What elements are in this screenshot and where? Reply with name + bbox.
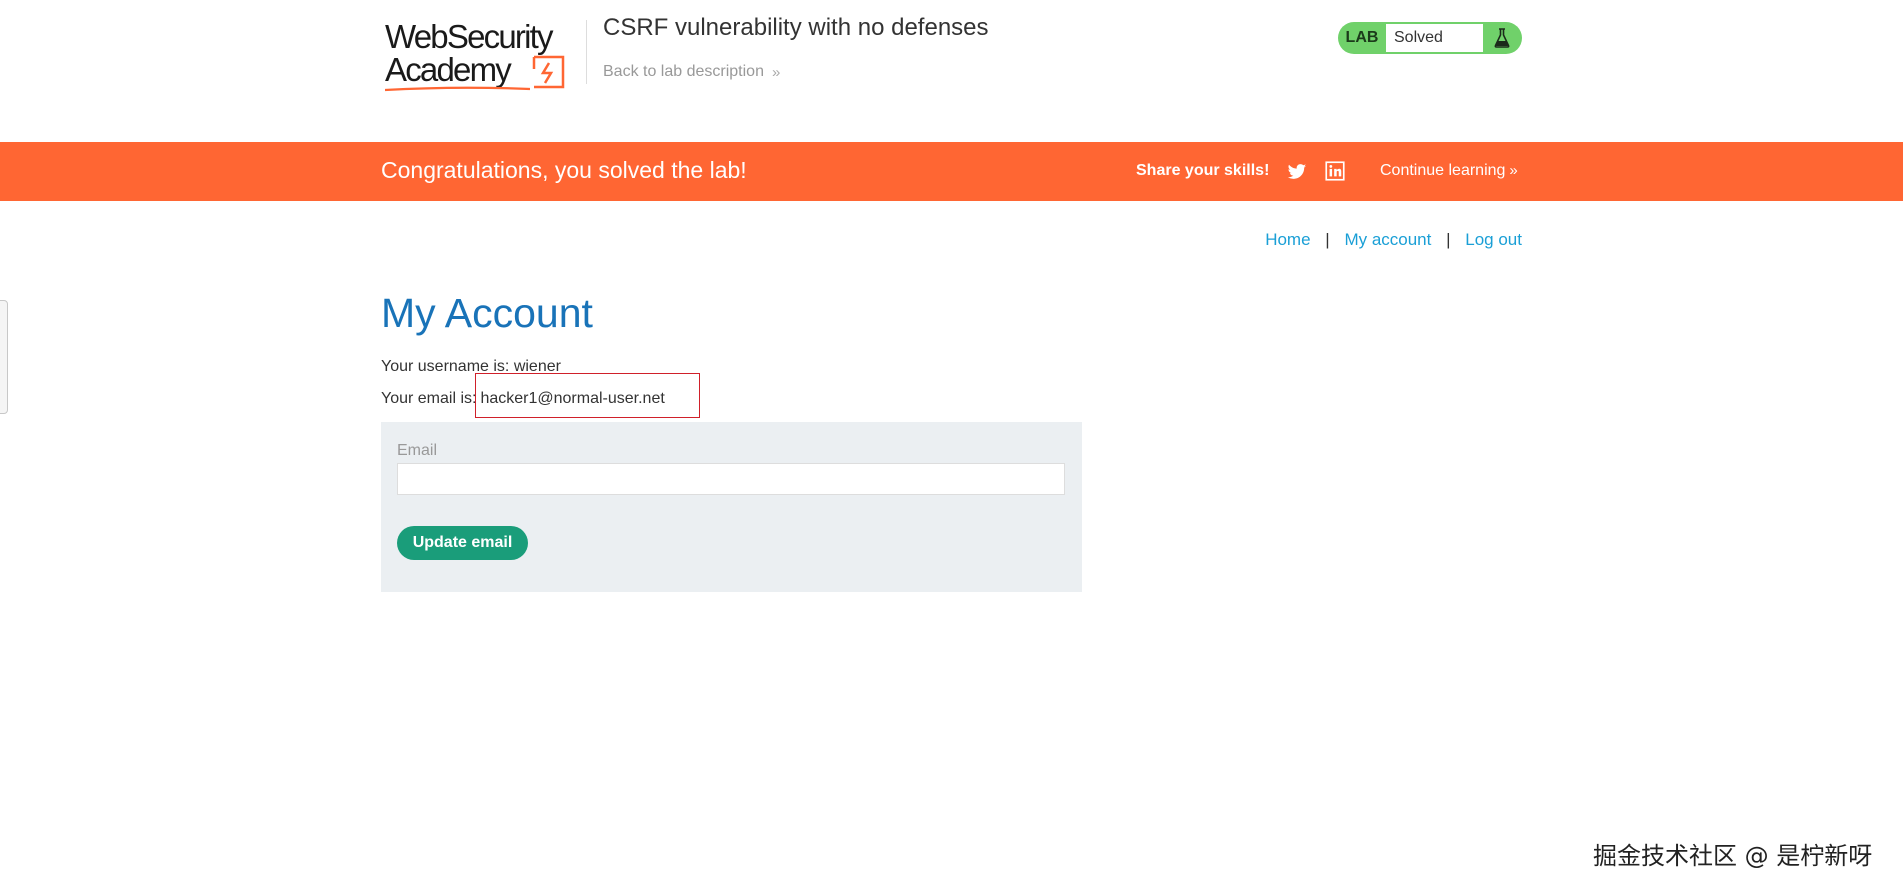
nav-my-account-link[interactable]: My account [1344, 230, 1431, 249]
continue-learning-label: Continue learning [1380, 162, 1506, 179]
account-nav: Home | My account | Log out [1265, 230, 1522, 250]
email-input[interactable] [397, 463, 1065, 495]
share-skills-label: Share your skills! [1136, 162, 1270, 179]
solved-banner: Congratulations, you solved the lab! Sha… [0, 142, 1903, 201]
congratulations-message: Congratulations, you solved the lab! [381, 157, 747, 183]
nav-separator: | [1325, 230, 1330, 249]
update-email-button[interactable]: Update email [397, 526, 528, 560]
back-link-label: Back to lab description [603, 63, 764, 80]
change-email-form: Email Update email [381, 422, 1082, 592]
double-chevron-right-icon: » [1509, 162, 1518, 179]
lab-status-value: Solved [1386, 24, 1483, 52]
site-header: WebSecurity Academy CSRF vulnerability w… [0, 0, 1903, 142]
email-highlight-box [475, 373, 700, 418]
continue-learning-link[interactable]: Continue learning» [1380, 162, 1518, 180]
email-label: Your email is: [381, 390, 477, 407]
web-security-academy-logo[interactable]: WebSecurity Academy [385, 18, 567, 92]
logo-underline [385, 86, 530, 92]
email-field-label: Email [397, 442, 438, 459]
logo-text-line2: Academy [385, 51, 512, 88]
lab-status-label: LAB [1345, 29, 1379, 46]
linkedin-icon[interactable] [1325, 161, 1345, 181]
page-title: My Account [381, 290, 593, 336]
logo-lightning-icon [532, 55, 565, 89]
side-panel-handle[interactable] [0, 300, 8, 414]
nav-separator: | [1446, 230, 1451, 249]
nav-log-out-link[interactable]: Log out [1465, 230, 1522, 249]
lab-status-badge: LAB Solved [1338, 22, 1522, 54]
back-to-lab-description-link[interactable]: Back to lab description » [603, 63, 781, 81]
double-chevron-right-icon: » [771, 63, 781, 81]
watermark-text: 掘金技术社区 @ 是柠新呀 [1593, 842, 1873, 870]
twitter-icon[interactable] [1287, 162, 1307, 182]
header-divider [586, 20, 587, 84]
nav-home-link[interactable]: Home [1265, 230, 1310, 249]
flask-icon [1494, 28, 1510, 48]
lab-title: CSRF vulnerability with no defenses [603, 14, 989, 41]
